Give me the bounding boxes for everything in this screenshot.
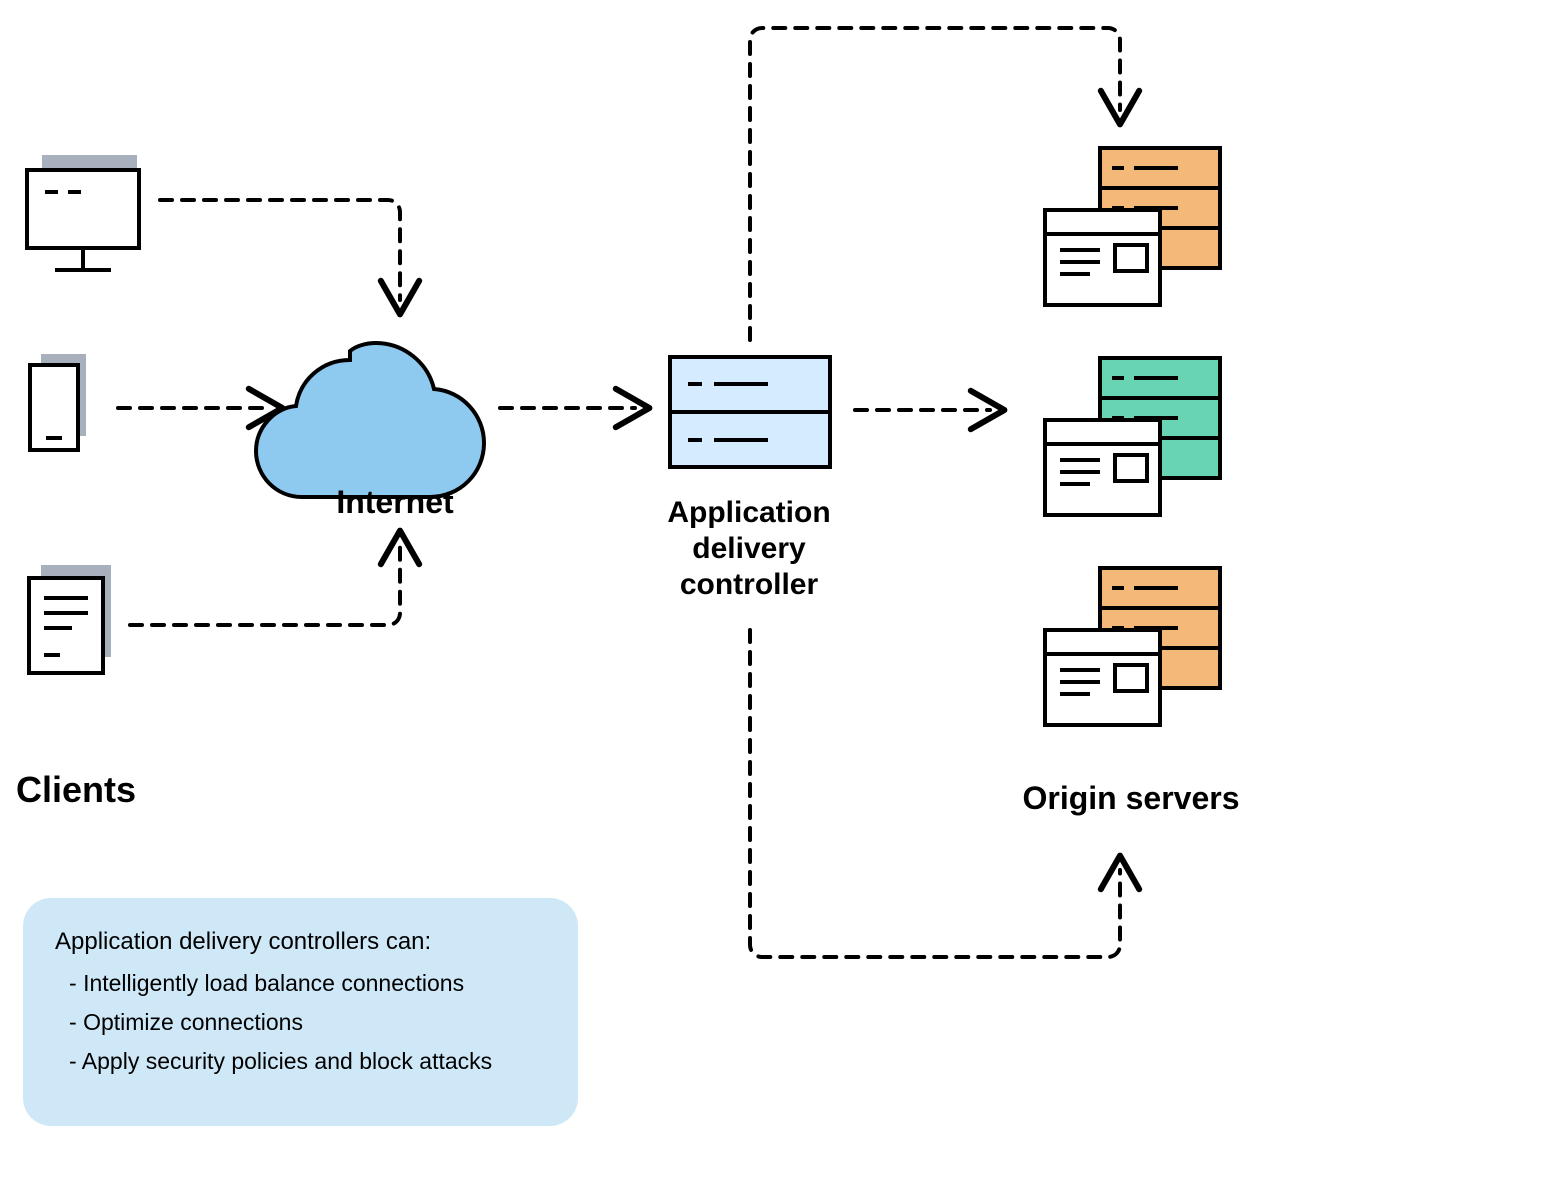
arrow-document-to-internet	[130, 545, 400, 625]
origin-servers-label: Origin servers	[981, 780, 1281, 817]
internet-label: Internet	[305, 484, 485, 521]
client-document-icon	[29, 565, 111, 673]
adc-label-line2: delivery	[692, 532, 805, 565]
adc-label: Application delivery controller	[614, 495, 884, 603]
info-item-1: Optimize connections	[69, 1009, 546, 1036]
origin-server-3-icon	[1045, 568, 1220, 725]
info-list: Intelligently load balance connections O…	[55, 970, 546, 1075]
origin-server-2-icon	[1045, 358, 1220, 515]
clients-label: Clients	[16, 769, 136, 811]
adc-box-icon	[670, 357, 830, 467]
adc-info-box: Application delivery controllers can: In…	[23, 898, 578, 1126]
info-item-0: Intelligently load balance connections	[69, 970, 546, 997]
info-item-2: Apply security policies and block attack…	[69, 1048, 546, 1075]
adc-label-line3: controller	[680, 568, 818, 601]
arrow-desktop-to-internet	[160, 200, 400, 300]
client-desktop-icon	[27, 155, 139, 270]
internet-cloud-icon	[256, 343, 484, 497]
adc-architecture-diagram: Internet Application delivery controller…	[0, 0, 1545, 1187]
client-mobile-icon	[30, 354, 86, 450]
adc-label-line1: Application	[667, 496, 830, 529]
info-title: Application delivery controllers can:	[55, 928, 546, 956]
origin-server-1-icon	[1045, 148, 1220, 305]
